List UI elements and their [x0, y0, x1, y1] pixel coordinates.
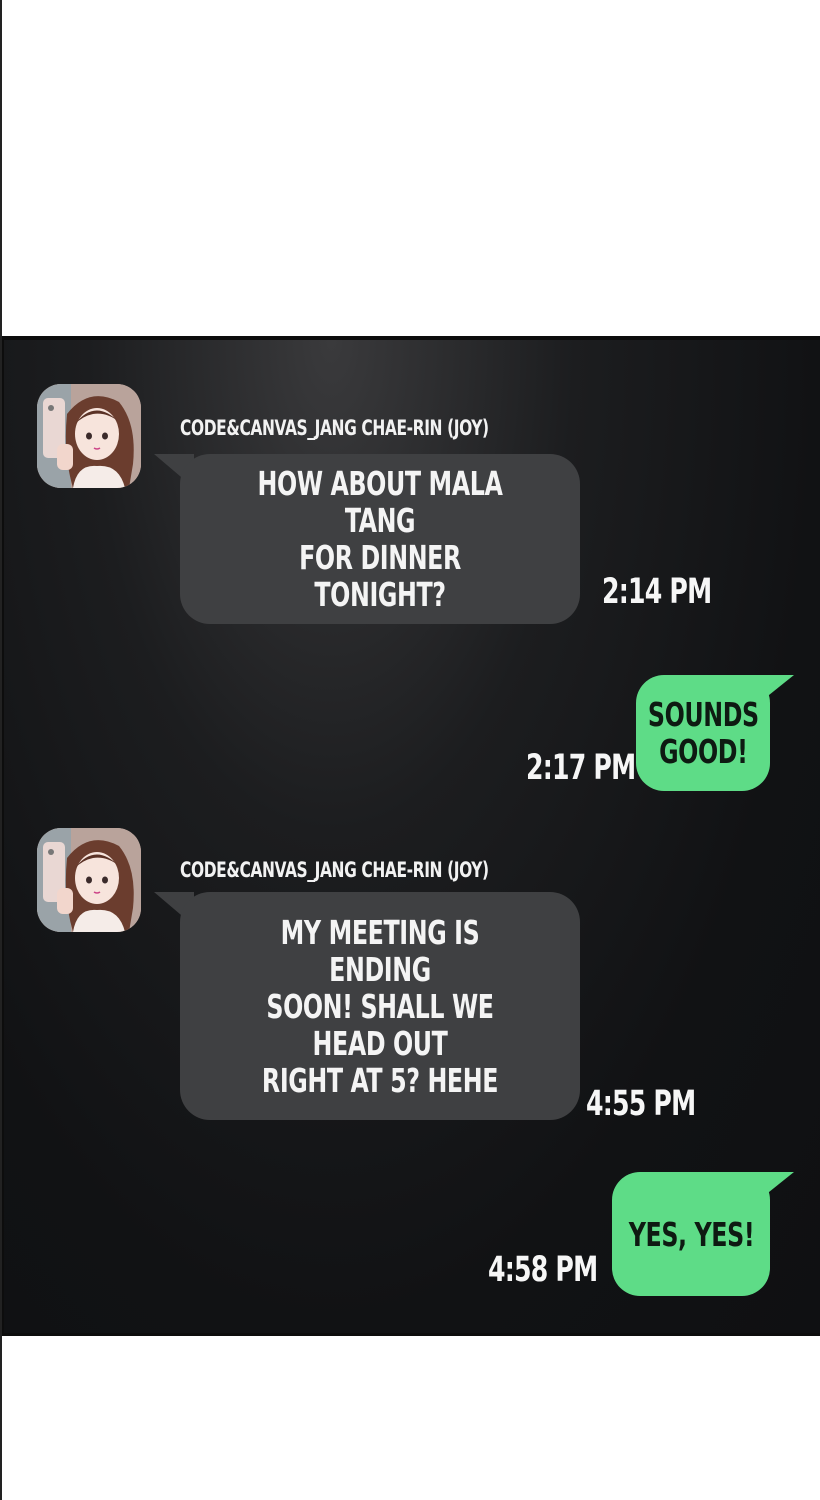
outgoing-message-bubble[interactable]: YES, YES!	[612, 1172, 770, 1296]
sender-avatar-icon[interactable]	[37, 828, 141, 932]
message-timestamp: 2:17 PM	[526, 748, 636, 788]
sender-avatar-icon[interactable]	[37, 384, 141, 488]
outgoing-message-bubble[interactable]: SOUNDS GOOD!	[636, 675, 770, 791]
message-text: HOW ABOUT MALA TANG FOR DINNER TONIGHT?	[257, 464, 503, 614]
message-timestamp: 2:14 PM	[602, 572, 712, 612]
comic-page: CODE&CANVAS_JANG CHAE-RIN (JOY) HOW ABOU…	[0, 0, 820, 1500]
message-text: SOUNDS GOOD!	[647, 695, 759, 771]
avatar-portrait-icon	[37, 384, 141, 488]
message-text: MY MEETING IS ENDING SOON! SHALL WE HEAD…	[261, 912, 499, 1100]
avatar-portrait-icon	[37, 828, 141, 932]
message-timestamp: 4:55 PM	[586, 1084, 696, 1124]
message-text: YES, YES!	[628, 1214, 754, 1254]
incoming-message-bubble[interactable]: HOW ABOUT MALA TANG FOR DINNER TONIGHT?	[180, 454, 580, 624]
sender-name: CODE&CANVAS_JANG CHAE-RIN (JOY)	[180, 416, 489, 440]
chat-panel: CODE&CANVAS_JANG CHAE-RIN (JOY) HOW ABOU…	[2, 336, 820, 1336]
sender-name: CODE&CANVAS_JANG CHAE-RIN (JOY)	[180, 858, 489, 882]
message-timestamp: 4:58 PM	[488, 1250, 598, 1290]
incoming-message-bubble[interactable]: MY MEETING IS ENDING SOON! SHALL WE HEAD…	[180, 892, 580, 1120]
